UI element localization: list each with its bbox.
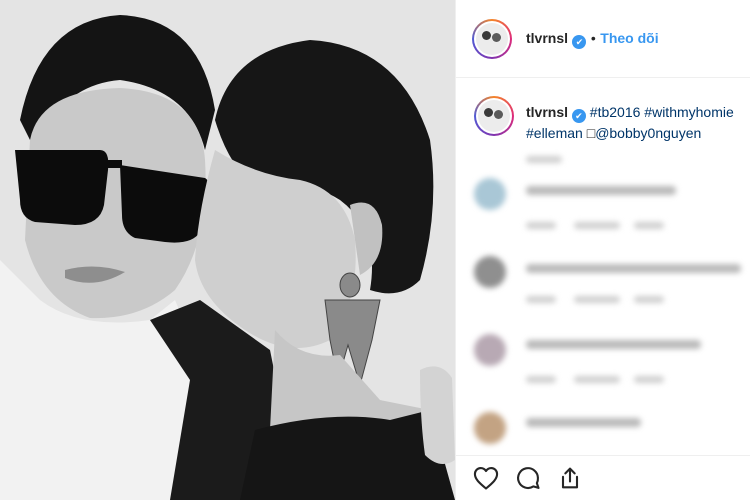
commenter-avatar[interactable] [474, 412, 506, 444]
hashtag-link[interactable]: #withmyhomie [644, 104, 733, 120]
caption-timestamp-blurred [526, 156, 562, 163]
caption-username[interactable]: tlvrnsl [526, 104, 568, 120]
commenter-avatar[interactable] [474, 334, 506, 366]
post-action-bar [456, 455, 750, 500]
comment-meta-blurred [574, 376, 620, 383]
header-separator: • [590, 30, 596, 46]
caption-text: tlvrnsl ✔ #tb2016 #withmyhomie #elleman … [526, 102, 746, 143]
caption-verified-badge-icon: ✔ [571, 109, 586, 123]
post-details-panel: tlvrnsl ✔ • Theo dõi tlvrnsl ✔ #tb2016 #… [455, 0, 750, 500]
comment-text-blurred [526, 186, 676, 195]
comment-meta-blurred [634, 222, 664, 229]
header-username[interactable]: tlvrnsl [526, 30, 568, 46]
follow-button[interactable]: Theo dõi [600, 30, 658, 46]
hashtag-link[interactable]: #tb2016 [590, 104, 641, 120]
comment-meta-blurred [526, 296, 556, 303]
comment-button[interactable] [514, 464, 542, 492]
comment-meta-blurred [574, 222, 620, 229]
author-avatar[interactable] [472, 19, 512, 59]
commenter-avatar[interactable] [474, 178, 506, 210]
heart-icon [473, 467, 499, 490]
header-author-row: tlvrnsl ✔ • Theo dõi [526, 30, 659, 49]
photo-illustration [0, 0, 455, 500]
comment-meta-blurred [634, 376, 664, 383]
comment-meta-blurred [526, 376, 556, 383]
commenter-avatar[interactable] [474, 256, 506, 288]
comment-meta-blurred [634, 296, 664, 303]
post-photo[interactable] [0, 0, 455, 500]
comment-text-blurred [526, 340, 701, 349]
comment-icon [517, 467, 540, 490]
comment-meta-blurred [526, 222, 556, 229]
hashtag-link[interactable]: #elleman [526, 125, 583, 141]
caption-glyph: □ [586, 125, 596, 141]
share-icon [561, 467, 579, 489]
mention-link[interactable]: @bobby0nguyen [595, 125, 701, 141]
caption-author-avatar[interactable] [474, 96, 514, 136]
like-button[interactable] [472, 464, 500, 492]
comment-text-blurred [526, 264, 741, 273]
verified-badge-icon: ✔ [572, 35, 587, 49]
post-header: tlvrnsl ✔ • Theo dõi [456, 0, 750, 78]
comment-text-blurred [526, 418, 641, 427]
share-button[interactable] [556, 464, 584, 492]
comment-meta-blurred [574, 296, 620, 303]
